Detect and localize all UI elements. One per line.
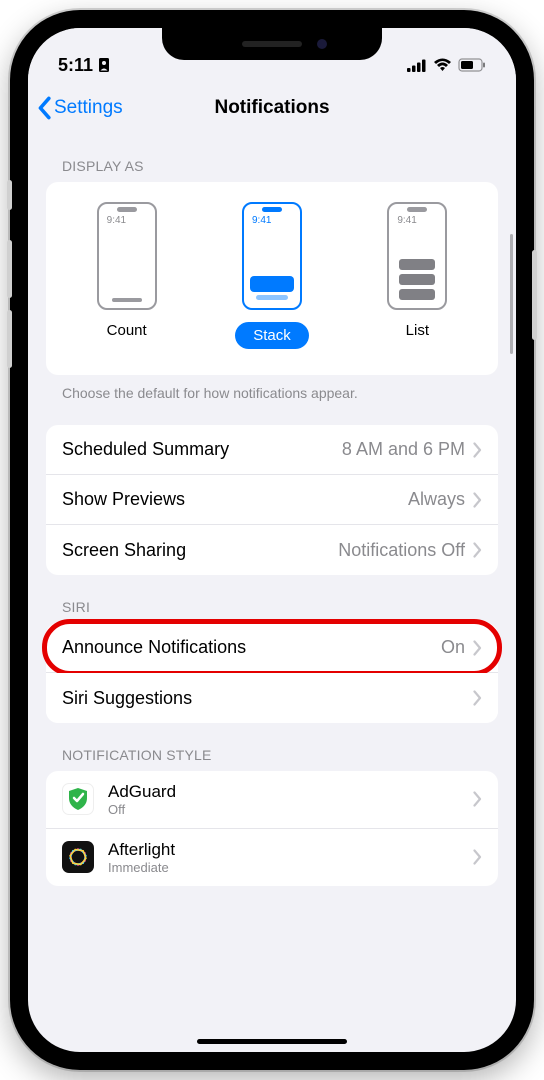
afterlight-icon	[62, 841, 94, 873]
chevron-right-icon	[473, 442, 482, 458]
row-scheduled-summary[interactable]: Scheduled Summary 8 AM and 6 PM	[46, 425, 498, 475]
chevron-right-icon	[473, 690, 482, 706]
scroll-indicator[interactable]	[510, 234, 513, 354]
preview-list-icon: 9:41	[387, 202, 447, 310]
display-option-label-selected: Stack	[235, 322, 309, 349]
home-indicator[interactable]	[197, 1039, 347, 1044]
power-button	[532, 250, 537, 340]
chevron-right-icon	[473, 492, 482, 508]
siri-card: Announce Notifications On Siri Suggestio…	[46, 623, 498, 723]
chevron-right-icon	[473, 542, 482, 558]
row-show-previews[interactable]: Show Previews Always	[46, 475, 498, 525]
chevron-right-icon	[473, 791, 482, 807]
cellular-icon	[407, 59, 427, 72]
row-siri-suggestions[interactable]: Siri Suggestions	[46, 673, 498, 723]
notif-style-card: AdGuard Off Afterlight Immediate	[46, 771, 498, 886]
volume-down-button	[7, 310, 12, 368]
back-label: Settings	[54, 97, 123, 119]
contact-card-icon	[97, 57, 111, 73]
display-option-label: Count	[107, 322, 147, 339]
row-announce-notifications[interactable]: Announce Notifications On	[46, 623, 498, 673]
chevron-left-icon	[36, 96, 52, 120]
chevron-right-icon	[473, 849, 482, 865]
volume-up-button	[7, 240, 12, 298]
content[interactable]: DISPLAY AS 9:41 Count	[28, 134, 516, 1048]
screen: 5:11 Settings Notifications DISPLAY AS	[28, 28, 516, 1052]
display-as-card: 9:41 Count 9:41 Stack	[46, 182, 498, 375]
section-header-display-as: DISPLAY AS	[46, 134, 498, 182]
display-option-list[interactable]: 9:41 List	[345, 202, 489, 349]
adguard-icon	[62, 783, 94, 815]
section-header-siri: SIRI	[46, 575, 498, 623]
display-option-stack[interactable]: 9:41 Stack	[200, 202, 344, 349]
preview-count-icon: 9:41	[97, 202, 157, 310]
back-button[interactable]: Settings	[36, 96, 123, 120]
silent-switch	[7, 180, 12, 210]
nav-bar: Settings Notifications	[28, 84, 516, 134]
section-header-notif-style: NOTIFICATION STYLE	[46, 723, 498, 771]
display-option-count[interactable]: 9:41 Count	[55, 202, 199, 349]
phone-frame: 5:11 Settings Notifications DISPLAY AS	[10, 10, 534, 1070]
row-screen-sharing[interactable]: Screen Sharing Notifications Off	[46, 525, 498, 575]
app-row-adguard[interactable]: AdGuard Off	[46, 771, 498, 829]
display-option-label: List	[406, 322, 429, 339]
page-title: Notifications	[214, 97, 329, 119]
battery-icon	[458, 58, 486, 72]
wifi-icon	[433, 58, 452, 72]
app-row-afterlight[interactable]: Afterlight Immediate	[46, 829, 498, 886]
status-time: 5:11	[58, 55, 93, 76]
notch	[162, 28, 382, 60]
display-as-footer: Choose the default for how notifications…	[46, 375, 498, 407]
chevron-right-icon	[473, 640, 482, 656]
preview-stack-icon: 9:41	[242, 202, 302, 310]
general-settings-card: Scheduled Summary 8 AM and 6 PM Show Pre…	[46, 425, 498, 575]
